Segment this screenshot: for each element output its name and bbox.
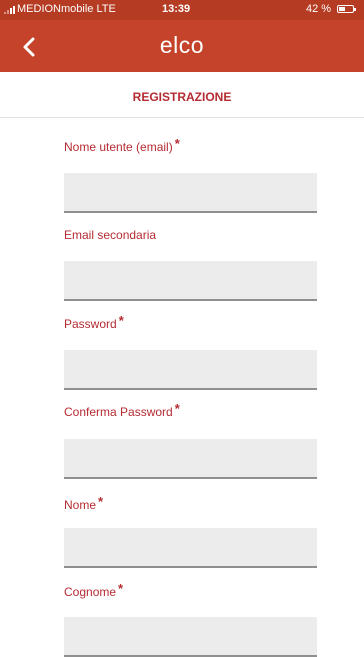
secondary-email-label: Email secondaria (64, 228, 156, 242)
secondary-email-input[interactable] (64, 261, 317, 301)
field-label-text: Password (64, 317, 117, 331)
password-label: Password * (64, 313, 124, 331)
required-asterisk: * (118, 581, 124, 596)
field-label-text: Nome (64, 498, 97, 512)
required-asterisk: * (118, 313, 124, 328)
divider (0, 117, 364, 118)
field-label-text: Cognome (64, 585, 117, 599)
first-name-label: Nome * (64, 494, 104, 512)
page-title: REGISTRAZIONE (132, 90, 232, 104)
last-name-label: Cognome * (64, 581, 124, 599)
battery-percentage: 42 % (306, 3, 332, 15)
required-asterisk: * (98, 494, 104, 509)
field-label-text: Conferma Password (64, 405, 173, 419)
password-input[interactable] (64, 350, 317, 390)
last-name-input[interactable] (64, 617, 317, 657)
clock: 13:39 (162, 3, 191, 15)
battery-icon (337, 5, 356, 13)
required-asterisk: * (174, 401, 180, 416)
carrier-label: MEDIONmobile LTE (17, 3, 116, 15)
username-email-label: Nome utente (email) * (64, 136, 180, 154)
confirm-password-label: Conferma Password * (64, 401, 180, 419)
status-bar: MEDIONmobile LTE 13:39 42 % (0, 0, 364, 20)
top-navigation-bar: elco (0, 20, 364, 72)
signal-icon (4, 6, 15, 14)
field-label-text: Nome utente (email) (64, 140, 173, 154)
brand-logo: elco (159, 32, 205, 58)
required-asterisk: * (174, 136, 180, 151)
field-label-text: Email secondaria (64, 228, 157, 242)
confirm-password-input[interactable] (64, 439, 317, 479)
username-email-input[interactable] (64, 173, 317, 213)
first-name-input[interactable] (64, 528, 317, 568)
